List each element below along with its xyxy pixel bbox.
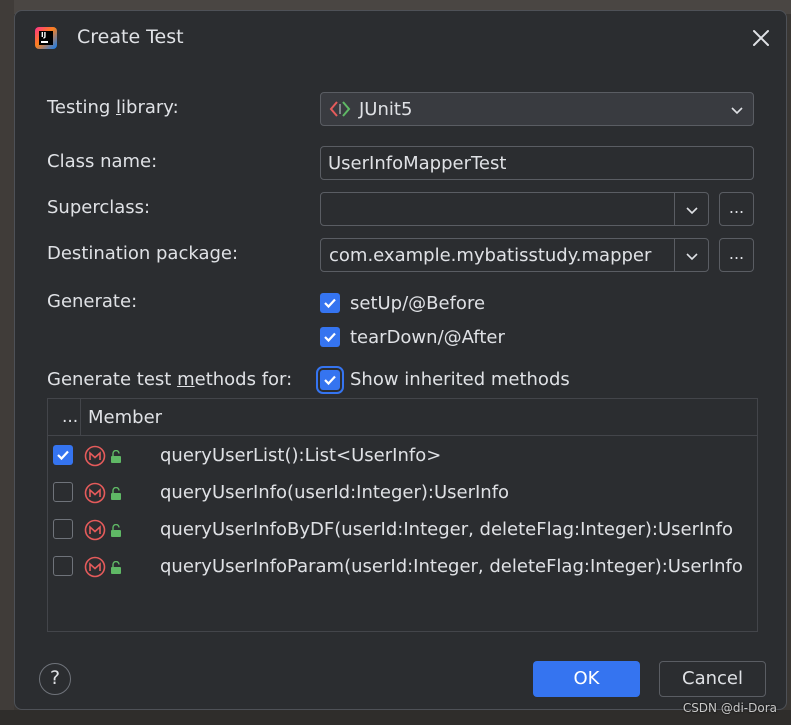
background-window-bottom — [0, 710, 791, 725]
table-row[interactable]: queryUserList():List<UserInfo> — [48, 437, 757, 474]
check-icon — [324, 375, 336, 386]
setup-checkbox[interactable] — [320, 293, 340, 313]
method-icon — [84, 482, 106, 504]
teardown-checkbox[interactable] — [320, 327, 340, 347]
table-header: ... Member — [48, 399, 757, 436]
public-lock-icon — [111, 524, 121, 537]
superclass-label: Superclass: — [47, 197, 151, 218]
select-all-column-header[interactable]: ... — [62, 407, 78, 427]
public-lock-icon — [111, 450, 121, 463]
row-checkbox[interactable] — [53, 556, 73, 576]
chevron-down-icon[interactable] — [684, 248, 700, 264]
table-row[interactable]: queryUserInfoByDF(userId:Integer, delete… — [48, 511, 757, 548]
public-lock-icon — [111, 487, 121, 500]
method-signature: queryUserList():List<UserInfo> — [160, 445, 442, 466]
ok-button[interactable]: OK — [533, 661, 640, 697]
method-signature: queryUserInfoByDF(userId:Integer, delete… — [160, 519, 734, 540]
destination-package-combo[interactable]: com.example.mybatisstudy.mapper — [320, 238, 709, 272]
destination-package-browse-button[interactable]: ... — [719, 238, 754, 272]
chevron-down-icon[interactable] — [684, 202, 700, 218]
row-checkbox[interactable] — [53, 519, 73, 539]
combo-separator — [674, 193, 675, 225]
title-bar: IJ Create Test — [15, 11, 786, 65]
dialog-title: Create Test — [77, 26, 184, 48]
column-separator — [80, 399, 81, 435]
chevron-down-icon — [731, 107, 743, 115]
superclass-browse-button[interactable]: ... — [719, 192, 754, 226]
public-lock-icon — [111, 561, 121, 574]
close-icon[interactable] — [750, 27, 772, 49]
class-name-field[interactable] — [320, 146, 754, 180]
help-button[interactable]: ? — [39, 663, 71, 695]
member-column-header[interactable]: Member — [88, 407, 162, 428]
check-icon — [324, 298, 336, 309]
method-icon — [84, 556, 106, 578]
testing-library-value: JUnit5 — [359, 99, 413, 120]
combo-separator — [674, 239, 675, 271]
intellij-idea-icon: IJ — [35, 27, 57, 49]
create-test-dialog: IJ Create Test Testing library: JUnit5 C… — [14, 10, 787, 710]
method-icon — [84, 519, 106, 541]
background-window-left — [0, 0, 14, 725]
testing-library-label: Testing library: — [47, 97, 179, 118]
show-inherited-checkbox[interactable] — [316, 366, 344, 394]
methods-for-label: Generate test methods for: — [47, 369, 293, 390]
method-icon — [84, 445, 106, 467]
method-signature: queryUserInfo(userId:Integer):UserInfo — [160, 482, 510, 503]
class-name-input[interactable] — [321, 147, 753, 179]
row-checkbox[interactable] — [53, 445, 73, 465]
row-checkbox[interactable] — [53, 482, 73, 502]
table-row[interactable]: queryUserInfo(userId:Integer):UserInfo — [48, 474, 757, 511]
destination-package-label: Destination package: — [47, 243, 239, 264]
class-name-label: Class name: — [47, 151, 158, 172]
superclass-combo[interactable] — [320, 192, 709, 226]
teardown-label[interactable]: tearDown/@After — [350, 327, 505, 348]
testing-library-dropdown[interactable]: JUnit5 — [320, 92, 754, 126]
members-table: ... Member queryUserList():List<UserInfo… — [47, 398, 758, 632]
show-inherited-label[interactable]: Show inherited methods — [350, 369, 570, 390]
method-signature: queryUserInfoParam(userId:Integer, delet… — [160, 556, 743, 577]
destination-package-value: com.example.mybatisstudy.mapper — [329, 245, 652, 266]
check-icon — [324, 332, 336, 343]
generate-label: Generate: — [47, 291, 138, 312]
check-icon — [57, 450, 69, 461]
table-row[interactable]: queryUserInfoParam(userId:Integer, delet… — [48, 548, 757, 585]
setup-label[interactable]: setUp/@Before — [350, 293, 485, 314]
watermark: CSDN @di-Dora — [682, 701, 777, 715]
cancel-button[interactable]: Cancel — [659, 661, 766, 697]
junit-icon — [329, 101, 351, 117]
